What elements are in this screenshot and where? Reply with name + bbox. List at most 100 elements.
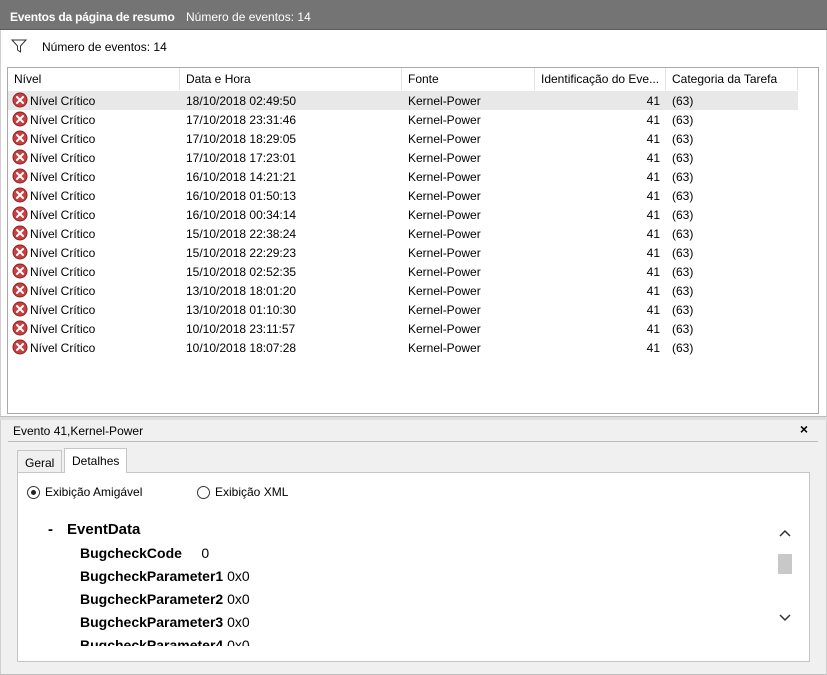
cell-source: Kernel-Power: [408, 246, 481, 260]
column-header-task-category[interactable]: Categoria da Tarefa: [666, 68, 798, 90]
cell-datetime: 13/10/2018 18:01:20: [186, 284, 297, 298]
cell-event-id: 41: [646, 113, 660, 127]
cell-task-category: (63): [672, 265, 694, 279]
cell-task-category: (63): [672, 284, 694, 298]
cell-event-id: 41: [646, 246, 660, 260]
cell-source: Kernel-Power: [408, 303, 481, 317]
cell-source: Kernel-Power: [408, 94, 481, 108]
scroll-down-icon[interactable]: [779, 613, 791, 623]
table-row[interactable]: Nível Crítico 13/10/2018 18:01:20 Kernel-P…: [8, 281, 798, 300]
table-row[interactable]: Nível Crítico 10/10/2018 23:11:57 Kernel-P…: [8, 319, 798, 338]
cell-event-id: 41: [646, 94, 660, 108]
critical-error-icon: [12, 320, 28, 336]
table-row[interactable]: Nível Crítico 17/10/2018 23:31:46 Kernel-P…: [8, 110, 798, 129]
table-row[interactable]: Nível Crítico 15/10/2018 22:38:24 Kernel-P…: [8, 224, 798, 243]
radio-friendly-view-indicator[interactable]: [27, 486, 40, 499]
cell-source: Kernel-Power: [408, 170, 481, 184]
property-row: BugcheckCode 0: [80, 545, 209, 561]
table-row[interactable]: Nível Crítico 15/10/2018 22:29:23 Kernel-P…: [8, 243, 798, 262]
cell-event-id: 41: [646, 189, 660, 203]
critical-error-icon: [12, 92, 28, 108]
detail-title: Evento 41,Kernel-Power: [13, 424, 144, 438]
cell-task-category: (63): [672, 208, 694, 222]
cell-task-category: (63): [672, 170, 694, 184]
table-row[interactable]: Nível Crítico 16/10/2018 00:34:14 Kernel-P…: [8, 205, 798, 224]
critical-error-icon: [12, 339, 28, 355]
collapse-toggle[interactable]: -: [48, 521, 53, 538]
cell-level: Nível Crítico: [30, 246, 96, 260]
close-icon[interactable]: ×: [800, 421, 808, 437]
table-row[interactable]: Nível Crítico 16/10/2018 14:21:21 Kernel-P…: [8, 167, 798, 186]
cell-event-id: 41: [646, 265, 660, 279]
table-row[interactable]: Nível Crítico 13/10/2018 01:10:30 Kernel-P…: [8, 300, 798, 319]
cell-datetime: 16/10/2018 14:21:21: [186, 170, 297, 184]
radio-xml-view-indicator[interactable]: [197, 486, 210, 499]
property-row: BugcheckParameter1 0x0: [80, 568, 250, 584]
cell-level: Nível Crítico: [30, 151, 96, 165]
cell-source: Kernel-Power: [408, 132, 481, 146]
critical-error-icon: [12, 263, 28, 279]
cell-level: Nível Crítico: [30, 132, 96, 146]
critical-error-icon: [12, 282, 28, 298]
cell-level: Nível Crítico: [30, 189, 96, 203]
column-header-level[interactable]: Nível: [8, 68, 180, 90]
cell-event-id: 41: [646, 151, 660, 165]
details-tab-panel: Exibição Amigável Exibição XML - EventDa…: [17, 472, 810, 662]
table-row[interactable]: Nível Crítico 17/10/2018 18:29:05 Kernel-P…: [8, 129, 798, 148]
event-detail-pane: Evento 41,Kernel-Power × Geral Detalhes …: [0, 420, 827, 675]
cell-source: Kernel-Power: [408, 265, 481, 279]
property-value: 0: [201, 545, 210, 561]
cell-level: Nível Crítico: [30, 94, 96, 108]
cell-source: Kernel-Power: [408, 227, 481, 241]
cell-task-category: (63): [672, 341, 694, 355]
table-row[interactable]: Nível Crítico 15/10/2018 02:52:35 Kernel-P…: [8, 262, 798, 281]
filter-bar: Número de eventos: 14: [8, 36, 818, 58]
property-value: 0x0: [227, 637, 250, 646]
cell-event-id: 41: [646, 341, 660, 355]
cell-event-id: 41: [646, 227, 660, 241]
event-data-view: - EventData BugcheckCode 0 BugcheckParam…: [35, 514, 776, 646]
cell-event-id: 41: [646, 208, 660, 222]
property-row: BugcheckParameter3 0x0: [80, 614, 250, 630]
cell-source: Kernel-Power: [408, 208, 481, 222]
radio-xml-view-label: Exibição XML: [215, 485, 289, 499]
cell-event-id: 41: [646, 303, 660, 317]
scroll-thumb[interactable]: [778, 554, 792, 574]
cell-datetime: 13/10/2018 01:10:30: [186, 303, 297, 317]
table-row[interactable]: Nível Crítico 18/10/2018 02:49:50 Kernel-P…: [8, 91, 798, 110]
cell-level: Nível Crítico: [30, 341, 96, 355]
cell-source: Kernel-Power: [408, 113, 481, 127]
cell-task-category: (63): [672, 303, 694, 317]
scroll-up-icon[interactable]: [779, 528, 791, 538]
column-header-source[interactable]: Fonte: [402, 68, 535, 90]
critical-error-icon: [12, 111, 28, 127]
property-key: BugcheckParameter4: [80, 637, 224, 646]
table-row[interactable]: Nível Crítico 10/10/2018 18:07:28 Kernel-P…: [8, 338, 798, 357]
table-body: Nível Crítico 18/10/2018 02:49:50 Kernel-P…: [8, 91, 818, 357]
column-header-event-id[interactable]: Identificação do Eve...: [535, 68, 666, 90]
cell-level: Nível Crítico: [30, 303, 96, 317]
cell-level: Nível Crítico: [30, 265, 96, 279]
cell-task-category: (63): [672, 94, 694, 108]
table-row[interactable]: Nível Crítico 16/10/2018 01:50:13 Kernel-P…: [8, 186, 798, 205]
cell-datetime: 17/10/2018 23:31:46: [186, 113, 297, 127]
critical-error-icon: [12, 168, 28, 184]
cell-event-id: 41: [646, 322, 660, 336]
critical-error-icon: [12, 187, 28, 203]
critical-error-icon: [12, 149, 28, 165]
detail-scrollbar[interactable]: [776, 514, 794, 646]
column-header-datetime[interactable]: Data e Hora: [180, 68, 402, 90]
property-row: BugcheckParameter4 0x0: [80, 637, 250, 646]
cell-task-category: (63): [672, 227, 694, 241]
cell-datetime: 17/10/2018 18:29:05: [186, 132, 297, 146]
cell-datetime: 16/10/2018 00:34:14: [186, 208, 297, 222]
property-value: 0x0: [227, 614, 250, 630]
property-row: BugcheckParameter2 0x0: [80, 591, 250, 607]
tab-details[interactable]: Detalhes: [64, 448, 128, 473]
detail-divider: [8, 441, 818, 442]
cell-event-id: 41: [646, 132, 660, 146]
filter-icon[interactable]: [11, 39, 27, 53]
table-row[interactable]: Nível Crítico 17/10/2018 17:23:01 Kernel-P…: [8, 148, 798, 167]
summary-title-bar: Eventos da página de resumo Número de ev…: [0, 0, 827, 30]
tab-general[interactable]: Geral: [17, 450, 63, 472]
